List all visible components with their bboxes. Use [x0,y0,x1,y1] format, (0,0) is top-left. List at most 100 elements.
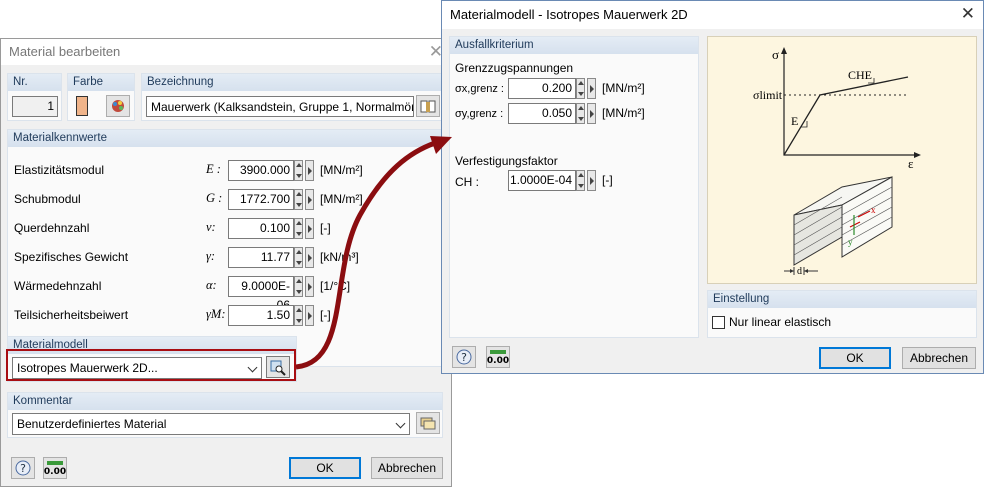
cancel-button[interactable]: Abbrechen [902,347,976,369]
teilsicherheitsbeiwert-label: Teilsicherheitsbeiwert [14,308,129,322]
teilsicherheitsbeiwert-input[interactable]: 1.50 [228,305,294,326]
ch-menu-arrow[interactable] [587,170,596,191]
bezeichnung-field[interactable]: Mauerwerk (Kalksandstein, Gruppe 1, Norm… [146,96,414,117]
schubmodul-spinner[interactable] [294,189,303,210]
schubmodul-input[interactable]: 1772.700 [228,189,294,210]
verfestigungsfaktor-label: Verfestigungsfaktor [455,154,558,168]
spezifisches-gewicht-symbol: γ: [206,249,216,263]
ok-button[interactable]: OK [819,347,891,369]
sigma-x-menu-arrow[interactable] [587,78,596,99]
elastizit-tsmodul-symbol: E : [206,162,221,176]
ausfallkriterium-header: Ausfallkriterium [450,37,698,54]
ch-spinner[interactable] [576,170,585,191]
d-label: d [797,266,802,277]
ok-button[interactable]: OK [289,457,361,479]
color-swatch[interactable] [76,96,88,116]
help-icon: ? [456,349,472,365]
w-rmedehnzahl-unit: [1/°C] [320,279,351,293]
querdehnzahl-input[interactable]: 0.100 [228,218,294,239]
help-button[interactable]: ? [11,457,35,479]
sigma-y-input[interactable]: 0.050 [508,103,576,124]
sigma-y-label: σy,grenz : [455,108,504,120]
spezifisches-gewicht-unit: [kN/m³] [320,250,359,264]
schubmodul-unit: [MN/m²] [320,192,363,206]
cancel-button[interactable]: Abbrechen [371,457,443,479]
svg-text:0.00: 0.00 [487,356,509,366]
spezifisches-gewicht-input[interactable]: 11.77 [228,247,294,268]
kommentar-select[interactable]: Benutzerdefiniertes Material [12,413,410,435]
teilsicherheitsbeiwert-unit: [-] [320,308,331,322]
help-button[interactable]: ? [452,346,476,368]
teilsicherheitsbeiwert-spinner[interactable] [294,305,303,326]
spezifisches-gewicht-menu-arrow[interactable] [305,247,314,268]
dialog-title: Materialmodell - Isotropes Mauerwerk 2D [450,7,688,22]
elastizit-tsmodul-input[interactable]: 3900.000 [228,160,294,181]
sigma-y-spinner[interactable] [576,103,585,124]
einstellung-group: Einstellung Nur linear elastisch [707,290,977,338]
chevron-down-icon [395,418,406,429]
spezifisches-gewicht-label: Spezifisches Gewicht [14,250,129,264]
querdehnzahl-label: Querdehnzahl [14,221,90,235]
help-icon: ? [15,460,31,476]
svg-text:?: ? [461,351,467,364]
w-rmedehnzahl-input[interactable]: 9.0000E-06 [228,276,294,312]
nur-linear-label: Nur linear elastisch [729,315,832,329]
kommentar-button[interactable] [416,412,440,434]
book-icon [420,100,436,113]
w-rmedehnzahl-menu-arrow[interactable] [305,276,314,297]
highlight-frame [6,349,296,381]
kommentar-value: Benutzerdefiniertes Material [17,417,167,431]
elastizit-tsmodul-menu-arrow[interactable] [305,160,314,181]
ch-unit: [-] [602,173,613,187]
units-icon: 0.00 [487,350,509,366]
sigma-x-input[interactable]: 0.200 [508,78,576,99]
palette-icon [112,100,124,112]
ch-label: CH : [455,175,479,189]
querdehnzahl-menu-arrow[interactable] [305,218,314,239]
schubmodul-menu-arrow[interactable] [305,189,314,210]
querdehnzahl-unit: [-] [320,221,331,235]
nur-linear-checkbox[interactable] [712,316,725,329]
querdehnzahl-symbol: ν: [206,220,216,234]
nr-field[interactable]: 1 [12,96,58,117]
kommentar-header: Kommentar [8,393,442,410]
teilsicherheitsbeiwert-menu-arrow[interactable] [305,305,314,326]
sigma-axis-label: σ [772,47,779,62]
title-bar: Material bearbeiten ✕ [1,39,451,65]
materialkennwerte-group: Materialkennwerte Elastizitätsmodul E : … [7,129,443,367]
units-button[interactable]: 0.00 [43,457,67,479]
sigma-y-unit: [MN/m²] [602,106,645,120]
units-icon: 0.00 [44,461,66,477]
materialkennwerte-header: Materialkennwerte [8,130,442,147]
querdehnzahl-spinner[interactable] [294,218,303,239]
spezifisches-gewicht-spinner[interactable] [294,247,303,268]
bezeichnung-header: Bezeichnung [142,74,442,91]
nr-group: Nr. 1 [7,73,62,121]
svg-text:0.00: 0.00 [44,467,66,477]
stress-strain-diagram: σ ε σlimit E CHE x y d [753,47,921,277]
library-button[interactable] [416,95,440,117]
elastizit-tsmodul-spinner[interactable] [294,160,303,181]
sigma-x-label: σx,grenz : [455,83,504,95]
close-icon[interactable]: ✕ [961,1,975,28]
elastizit-tsmodul-unit: [MN/m²] [320,163,363,177]
w-rmedehnzahl-symbol: α: [206,278,217,292]
sigma-x-spinner[interactable] [576,78,585,99]
title-bar: Materialmodell - Isotropes Mauerwerk 2D … [442,1,983,29]
w-rmedehnzahl-spinner[interactable] [294,276,303,297]
material-edit-dialog: Material bearbeiten ✕ Nr. 1 Farbe Bezeic… [0,38,452,487]
bezeichnung-group: Bezeichnung Mauerwerk (Kalksandstein, Gr… [141,73,443,121]
color-palette-button[interactable] [106,95,130,117]
epsilon-axis-label: ε [908,156,914,171]
diagram-panel: σ ε σlimit E CHE x y d [707,36,977,284]
dialog-title: Material bearbeiten [9,44,121,59]
sigma-limit-label: σlimit [753,88,783,102]
sigma-y-menu-arrow[interactable] [587,103,596,124]
masonry-wall-illustration: x y d [784,176,893,277]
svg-text:?: ? [20,462,26,475]
ch-input[interactable]: 1.0000E-04 [508,170,576,191]
units-button[interactable]: 0.00 [486,346,510,368]
farbe-group: Farbe [67,73,135,121]
che-label: CHE [848,68,872,82]
kommentar-group: Kommentar Benutzerdefiniertes Material [7,392,443,438]
